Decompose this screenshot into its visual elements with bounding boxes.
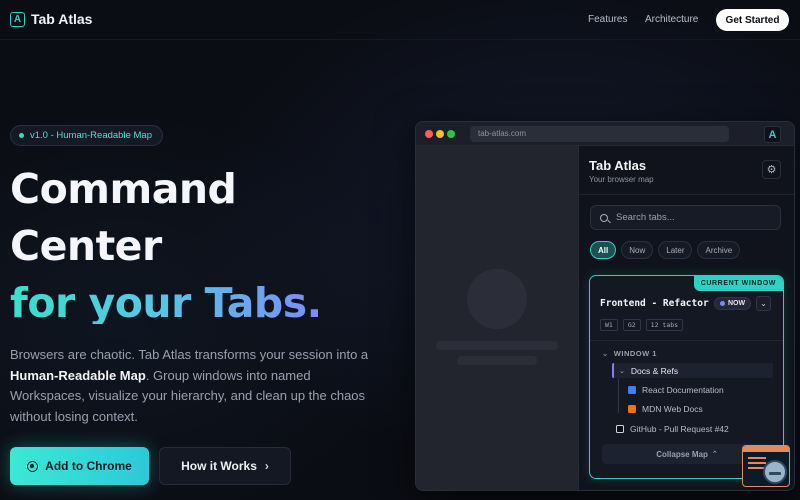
window-section-header[interactable]: ⌄ WINDOW 1 (602, 349, 657, 358)
version-badge: v1.0 - Human-Readable Map (10, 125, 163, 146)
tab-group-row[interactable]: ⌄ Docs & Refs (612, 363, 773, 378)
filter-now[interactable]: Now (621, 241, 654, 259)
close-dot-icon (425, 130, 433, 138)
brand-name[interactable]: Tab Atlas (31, 11, 92, 27)
search-input[interactable] (616, 212, 776, 223)
page-placeholder (416, 146, 578, 490)
search-box[interactable] (590, 205, 781, 230)
hero-title-line-3: for your Tabs. (10, 279, 322, 327)
side-panel: Tab Atlas Your browser map ⚙ All Now Lat… (578, 146, 794, 490)
tab-group-label: Docs & Refs (630, 365, 679, 376)
desc-highlight: Human-Readable Map (10, 367, 146, 383)
filter-archive[interactable]: Archive (697, 241, 741, 259)
browser-titlebar: tab-atlas.com A (416, 122, 794, 146)
tab-item[interactable]: GitHub - Pull Request #42 (616, 424, 729, 434)
tab-title: GitHub - Pull Request #42 (630, 424, 729, 434)
desc-part-1: Browsers are chaotic. Tab Atlas transfor… (10, 347, 369, 362)
how-it-works-button[interactable]: How it Works › (159, 447, 291, 485)
bot-avatar-icon (763, 460, 787, 484)
status-dot-icon (19, 133, 24, 138)
collapse-map-label: Collapse Map (656, 449, 708, 459)
hero-title-line-1: Command (10, 165, 237, 213)
search-icon (600, 213, 608, 222)
filter-all[interactable]: All (590, 241, 617, 259)
now-dot-icon (720, 301, 725, 306)
browser-mockup: tab-atlas.com A Tab Atlas Your browser m… (415, 121, 795, 491)
placeholder-line (436, 341, 558, 350)
react-favicon-icon (628, 386, 636, 394)
divider (590, 340, 783, 341)
filter-chips: All Now Later Archive (590, 241, 741, 259)
chevron-up-icon: ⌃ (711, 451, 718, 458)
tree-connector (618, 379, 619, 413)
add-to-chrome-button[interactable]: Add to Chrome (10, 447, 149, 485)
maximize-dot-icon (447, 130, 455, 138)
top-nav: A Tab Atlas Features Architecture Get St… (0, 0, 800, 40)
assistant-widget-icon[interactable] (742, 445, 790, 487)
hero-description: Browsers are chaotic. Tab Atlas transfor… (10, 345, 370, 427)
minimize-dot-icon (436, 130, 444, 138)
version-badge-label: v1.0 - Human-Readable Map (30, 130, 152, 141)
chevron-down-icon: ⌄ (602, 349, 609, 358)
nav-link-architecture[interactable]: Architecture (645, 14, 698, 25)
current-window-tag: CURRENT WINDOW (693, 276, 783, 291)
tab-item[interactable]: MDN Web Docs (628, 404, 703, 414)
github-favicon-icon (616, 425, 624, 433)
divider (579, 194, 794, 195)
chevron-right-icon: › (264, 459, 269, 473)
tab-title: MDN Web Docs (642, 404, 703, 414)
panel-title: Tab Atlas (589, 158, 647, 173)
tab-item[interactable]: React Documentation (628, 385, 724, 395)
panel-subtitle: Your browser map (589, 175, 654, 184)
gear-icon[interactable]: ⚙ (762, 160, 781, 179)
mdn-favicon-icon (628, 405, 636, 413)
window-tags: W1 G2 12 tabs (600, 319, 684, 331)
hero-title-line-2: Center (10, 222, 162, 270)
placeholder-avatar (467, 269, 527, 329)
tab-title: React Documentation (642, 385, 724, 395)
window-title: Frontend - Refactor (600, 298, 709, 309)
code-lines-icon (748, 457, 766, 459)
nav-link-features[interactable]: Features (588, 14, 627, 25)
window-label: WINDOW 1 (613, 349, 657, 358)
status-label: NOW (728, 300, 746, 307)
chrome-icon (27, 460, 39, 472)
how-it-works-label: How it Works (181, 459, 257, 473)
tag-groups: G2 (622, 319, 641, 331)
logo-icon[interactable]: A (10, 12, 25, 27)
chevron-down-icon[interactable]: ⌄ (756, 296, 771, 311)
placeholder-line (457, 356, 537, 365)
tag-window: W1 (600, 319, 618, 331)
widget-titlebar (743, 446, 789, 452)
add-to-chrome-label: Add to Chrome (45, 459, 132, 473)
url-bar: tab-atlas.com (470, 126, 729, 142)
extension-icon: A (764, 126, 781, 143)
get-started-button[interactable]: Get Started (716, 9, 789, 31)
chevron-down-icon: ⌄ (619, 367, 625, 375)
tag-tab-count: 12 tabs (645, 319, 684, 331)
filter-later[interactable]: Later (658, 241, 693, 259)
status-badge[interactable]: NOW (714, 297, 752, 310)
